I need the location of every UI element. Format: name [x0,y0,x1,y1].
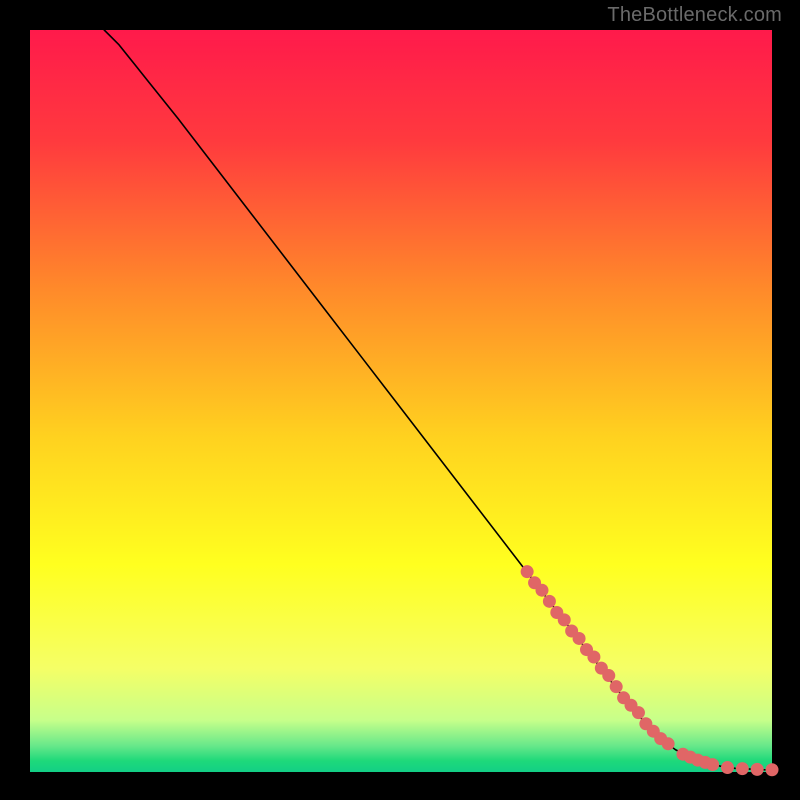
chart-canvas [0,0,800,800]
chart-stage: TheBottleneck.com [0,0,800,800]
